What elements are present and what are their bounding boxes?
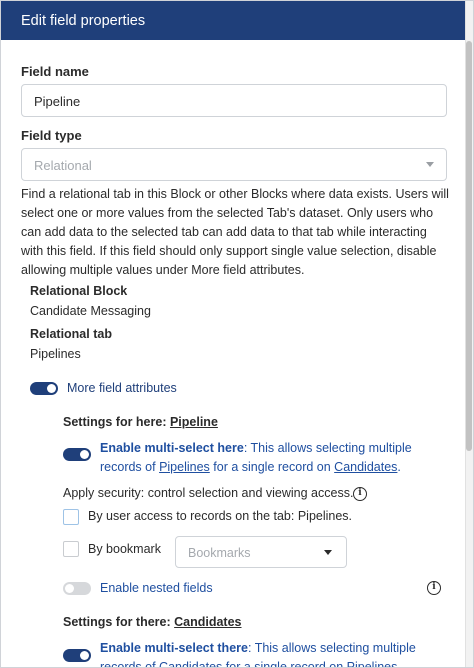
more-field-attributes-label[interactable]: More field attributes [67, 381, 177, 395]
info-icon[interactable]: i [427, 581, 441, 595]
settings-there-target: Candidates [174, 615, 242, 629]
multi-select-here-text: Enable multi-select here: This allows se… [100, 439, 430, 477]
multi-select-here-desc-1: : This allows selecting multiple [243, 441, 412, 455]
settings-there-heading: Settings for there: Candidates [63, 615, 242, 629]
multi-select-there-desc-1: : This allows selecting multiple [247, 641, 416, 655]
field-type-value: Relational [34, 158, 92, 173]
by-user-access-checkbox[interactable] [63, 509, 79, 525]
field-name-input[interactable]: Pipeline [21, 84, 447, 117]
multi-select-here-toggle[interactable] [63, 448, 91, 461]
bookmarks-placeholder: Bookmarks [188, 546, 251, 560]
relational-block-label: Relational Block [30, 284, 128, 298]
apply-security-label: Apply security: control selection and vi… [63, 486, 354, 500]
scrollbar[interactable] [465, 1, 473, 667]
info-icon[interactable]: i [353, 487, 367, 501]
multi-select-there-title: Enable multi-select there [100, 641, 248, 655]
by-bookmark-checkbox[interactable] [63, 541, 79, 557]
nested-fields-label: Enable nested fields [100, 581, 213, 595]
pipelines-link[interactable]: Pipelines [159, 460, 210, 474]
by-bookmark-label: By bookmark [88, 542, 161, 556]
settings-here-heading: Settings for here: Pipeline [63, 415, 218, 429]
relational-tab-value: Pipelines [30, 347, 81, 361]
panel-title: Edit field properties [21, 13, 146, 29]
nested-fields-toggle[interactable] [63, 582, 91, 595]
settings-here-target: Pipeline [169, 415, 218, 429]
bookmarks-select[interactable]: Bookmarks [175, 536, 347, 568]
multi-select-there-toggle[interactable] [63, 649, 91, 662]
by-user-access-label: By user access to records on the tab: Pi… [88, 509, 353, 523]
edit-field-properties-panel: Edit field properties Field name Pipelin… [0, 0, 474, 668]
candidates-link[interactable]: Candidates [334, 460, 397, 474]
multi-select-here-title: Enable multi-select here [100, 441, 244, 455]
multi-select-here-desc-4: . [397, 460, 401, 474]
more-field-attributes-toggle[interactable] [30, 382, 58, 395]
multi-select-here-desc-3: for a single record on [209, 460, 335, 474]
relational-block-value: Candidate Messaging [30, 304, 151, 318]
field-type-description: Find a relational tab in this Block or o… [21, 187, 449, 277]
multi-select-there-text: Enable multi-select there: This allows s… [100, 639, 430, 668]
chevron-down-icon [324, 550, 332, 555]
field-name-label: Field name [21, 64, 89, 79]
settings-there-prefix: Settings for there: [63, 615, 175, 629]
relational-tab-label: Relational tab [30, 327, 112, 341]
multi-select-here-desc-2: records of [100, 460, 160, 474]
settings-here-prefix: Settings for here: [63, 415, 170, 429]
multi-select-there-desc-2: records of Candidates for a single recor… [100, 660, 401, 668]
chevron-down-icon [426, 162, 434, 167]
scrollbar-thumb[interactable] [466, 41, 472, 451]
field-type-label: Field type [21, 128, 82, 143]
field-type-select: Relational [21, 148, 447, 181]
panel-header: Edit field properties [1, 1, 467, 40]
field-name-value: Pipeline [34, 94, 81, 109]
